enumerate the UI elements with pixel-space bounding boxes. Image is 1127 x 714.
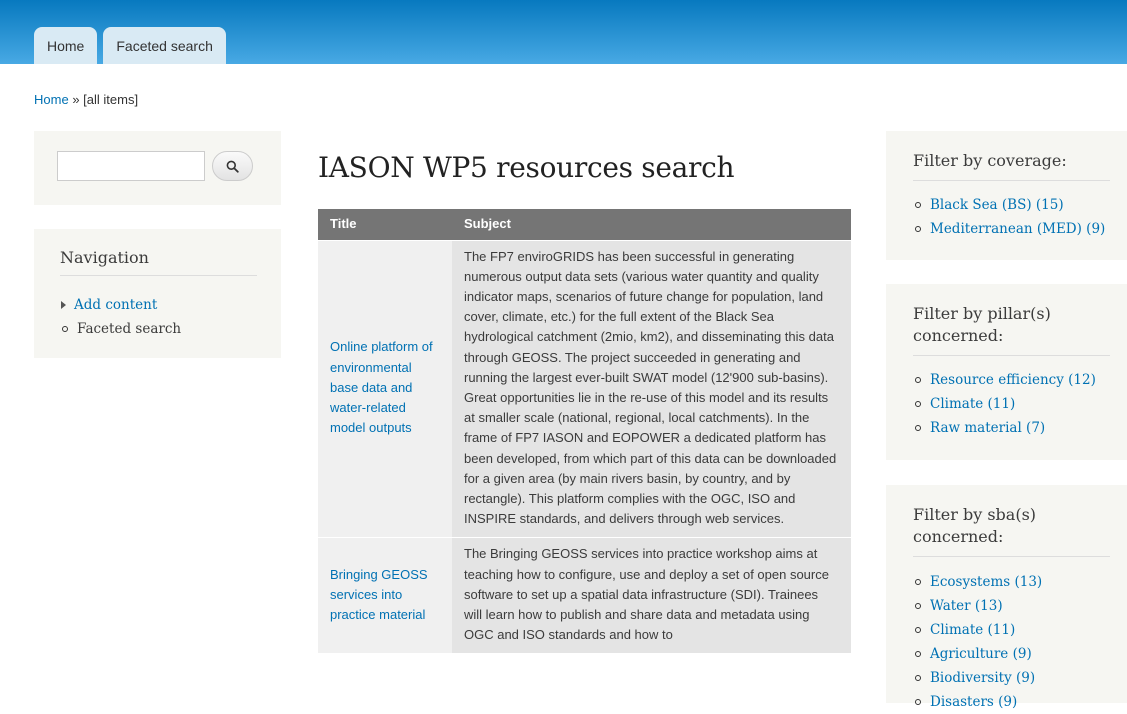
bullet-icon <box>915 202 921 208</box>
result-title-cell: Bringing GEOSS services into practice ma… <box>318 537 452 654</box>
table-row: Bringing GEOSS services into practice ma… <box>318 537 851 654</box>
bullet-icon <box>62 326 68 332</box>
table-row: Online platform of environmental base da… <box>318 239 851 538</box>
bullet-icon <box>915 401 921 407</box>
bullet-icon <box>915 603 921 609</box>
tab-faceted-search[interactable]: Faceted search <box>103 27 226 64</box>
filter-sba-block: Filter by sba(s) concerned: Ecosystems (… <box>886 485 1127 710</box>
facet-item: Ecosystems (13) <box>913 570 1042 594</box>
search-input[interactable] <box>57 151 205 181</box>
facet-link-mediterranean[interactable]: Mediterranean (MED) (9) <box>930 217 1105 241</box>
facet-link-black-sea[interactable]: Black Sea (BS) (15) <box>930 193 1064 217</box>
filter-coverage-list: Black Sea (BS) (15) Mediterranean (MED) … <box>913 193 1105 241</box>
result-title-link[interactable]: Bringing GEOSS services into practice ma… <box>330 567 428 622</box>
facet-item: Mediterranean (MED) (9) <box>913 217 1105 241</box>
navigation-block: Navigation Add content Faceted search <box>34 229 281 358</box>
search-icon <box>226 160 239 173</box>
facet-item: Black Sea (BS) (15) <box>913 193 1105 217</box>
facet-link-water[interactable]: Water (13) <box>930 594 1003 618</box>
result-title-link[interactable]: Online platform of environmental base da… <box>330 339 433 435</box>
facet-item: Agriculture (9) <box>913 642 1042 666</box>
facet-link-raw-material[interactable]: Raw material (7) <box>930 416 1045 440</box>
facet-item: Climate (11) <box>913 392 1096 416</box>
filter-sba-list: Ecosystems (13) Water (13) Climate (11) … <box>913 570 1042 714</box>
navigation-list: Add content Faceted search <box>60 293 181 341</box>
column-header-subject: Subject <box>452 209 851 240</box>
site-header: Home Faceted search <box>0 0 1127 64</box>
bullet-icon <box>915 627 921 633</box>
result-subject-cell: The Bringing GEOSS services into practic… <box>452 537 851 654</box>
facet-link-climate[interactable]: Climate (11) <box>930 392 1015 416</box>
breadcrumb-separator: » <box>72 92 80 107</box>
bullet-icon <box>915 675 921 681</box>
tab-home[interactable]: Home <box>34 27 98 64</box>
filter-coverage-title: Filter by coverage: <box>913 150 1110 181</box>
search-button[interactable] <box>212 151 253 181</box>
result-subject-cell: The FP7 enviroGRIDS has been successful … <box>452 239 851 538</box>
facet-link-agriculture[interactable]: Agriculture (9) <box>930 642 1032 666</box>
bullet-icon <box>915 651 921 657</box>
facet-link-biodiversity[interactable]: Biodiversity (9) <box>930 666 1035 690</box>
column-header-title: Title <box>318 209 452 240</box>
bullet-icon <box>915 425 921 431</box>
breadcrumb-current: [all items] <box>83 92 139 107</box>
filter-pillar-title: Filter by pillar(s) concerned: <box>913 303 1110 356</box>
filter-sba-title: Filter by sba(s) concerned: <box>913 504 1110 557</box>
navigation-title: Navigation <box>60 248 257 276</box>
nav-item-add-content: Add content <box>60 293 181 317</box>
filter-pillar-block: Filter by pillar(s) concerned: Resource … <box>886 284 1127 460</box>
breadcrumb: Home » [all items] <box>34 92 138 107</box>
filter-coverage-block: Filter by coverage: Black Sea (BS) (15) … <box>886 131 1127 260</box>
bullet-icon <box>915 377 921 383</box>
facet-item: Climate (11) <box>913 618 1042 642</box>
facet-link-disasters[interactable]: Disasters (9) <box>930 690 1017 714</box>
results-table: Title Subject Online platform of environ… <box>318 209 851 654</box>
facet-item: Disasters (9) <box>913 690 1042 714</box>
results-header-row: Title Subject <box>318 209 851 240</box>
facet-item: Raw material (7) <box>913 416 1096 440</box>
collapsed-arrow-icon <box>61 301 66 309</box>
nav-item-faceted-search: Faceted search <box>60 317 181 341</box>
result-title-cell: Online platform of environmental base da… <box>318 239 452 538</box>
breadcrumb-home-link[interactable]: Home <box>34 92 69 107</box>
bullet-icon <box>915 579 921 585</box>
search-block <box>34 131 281 205</box>
main-tabs: Home Faceted search <box>34 27 226 64</box>
facet-item: Water (13) <box>913 594 1042 618</box>
facet-item: Biodiversity (9) <box>913 666 1042 690</box>
nav-link-add-content[interactable]: Add content <box>74 293 157 317</box>
nav-label-faceted-search[interactable]: Faceted search <box>77 317 181 341</box>
facet-link-resource-efficiency[interactable]: Resource efficiency (12) <box>930 368 1096 392</box>
facet-link-climate[interactable]: Climate (11) <box>930 618 1015 642</box>
facet-link-ecosystems[interactable]: Ecosystems (13) <box>930 570 1042 594</box>
bullet-icon <box>915 226 921 232</box>
bullet-icon <box>915 699 921 705</box>
page-title: IASON WP5 resources search <box>318 151 735 184</box>
facet-item: Resource efficiency (12) <box>913 368 1096 392</box>
filter-pillar-list: Resource efficiency (12) Climate (11) Ra… <box>913 368 1096 440</box>
